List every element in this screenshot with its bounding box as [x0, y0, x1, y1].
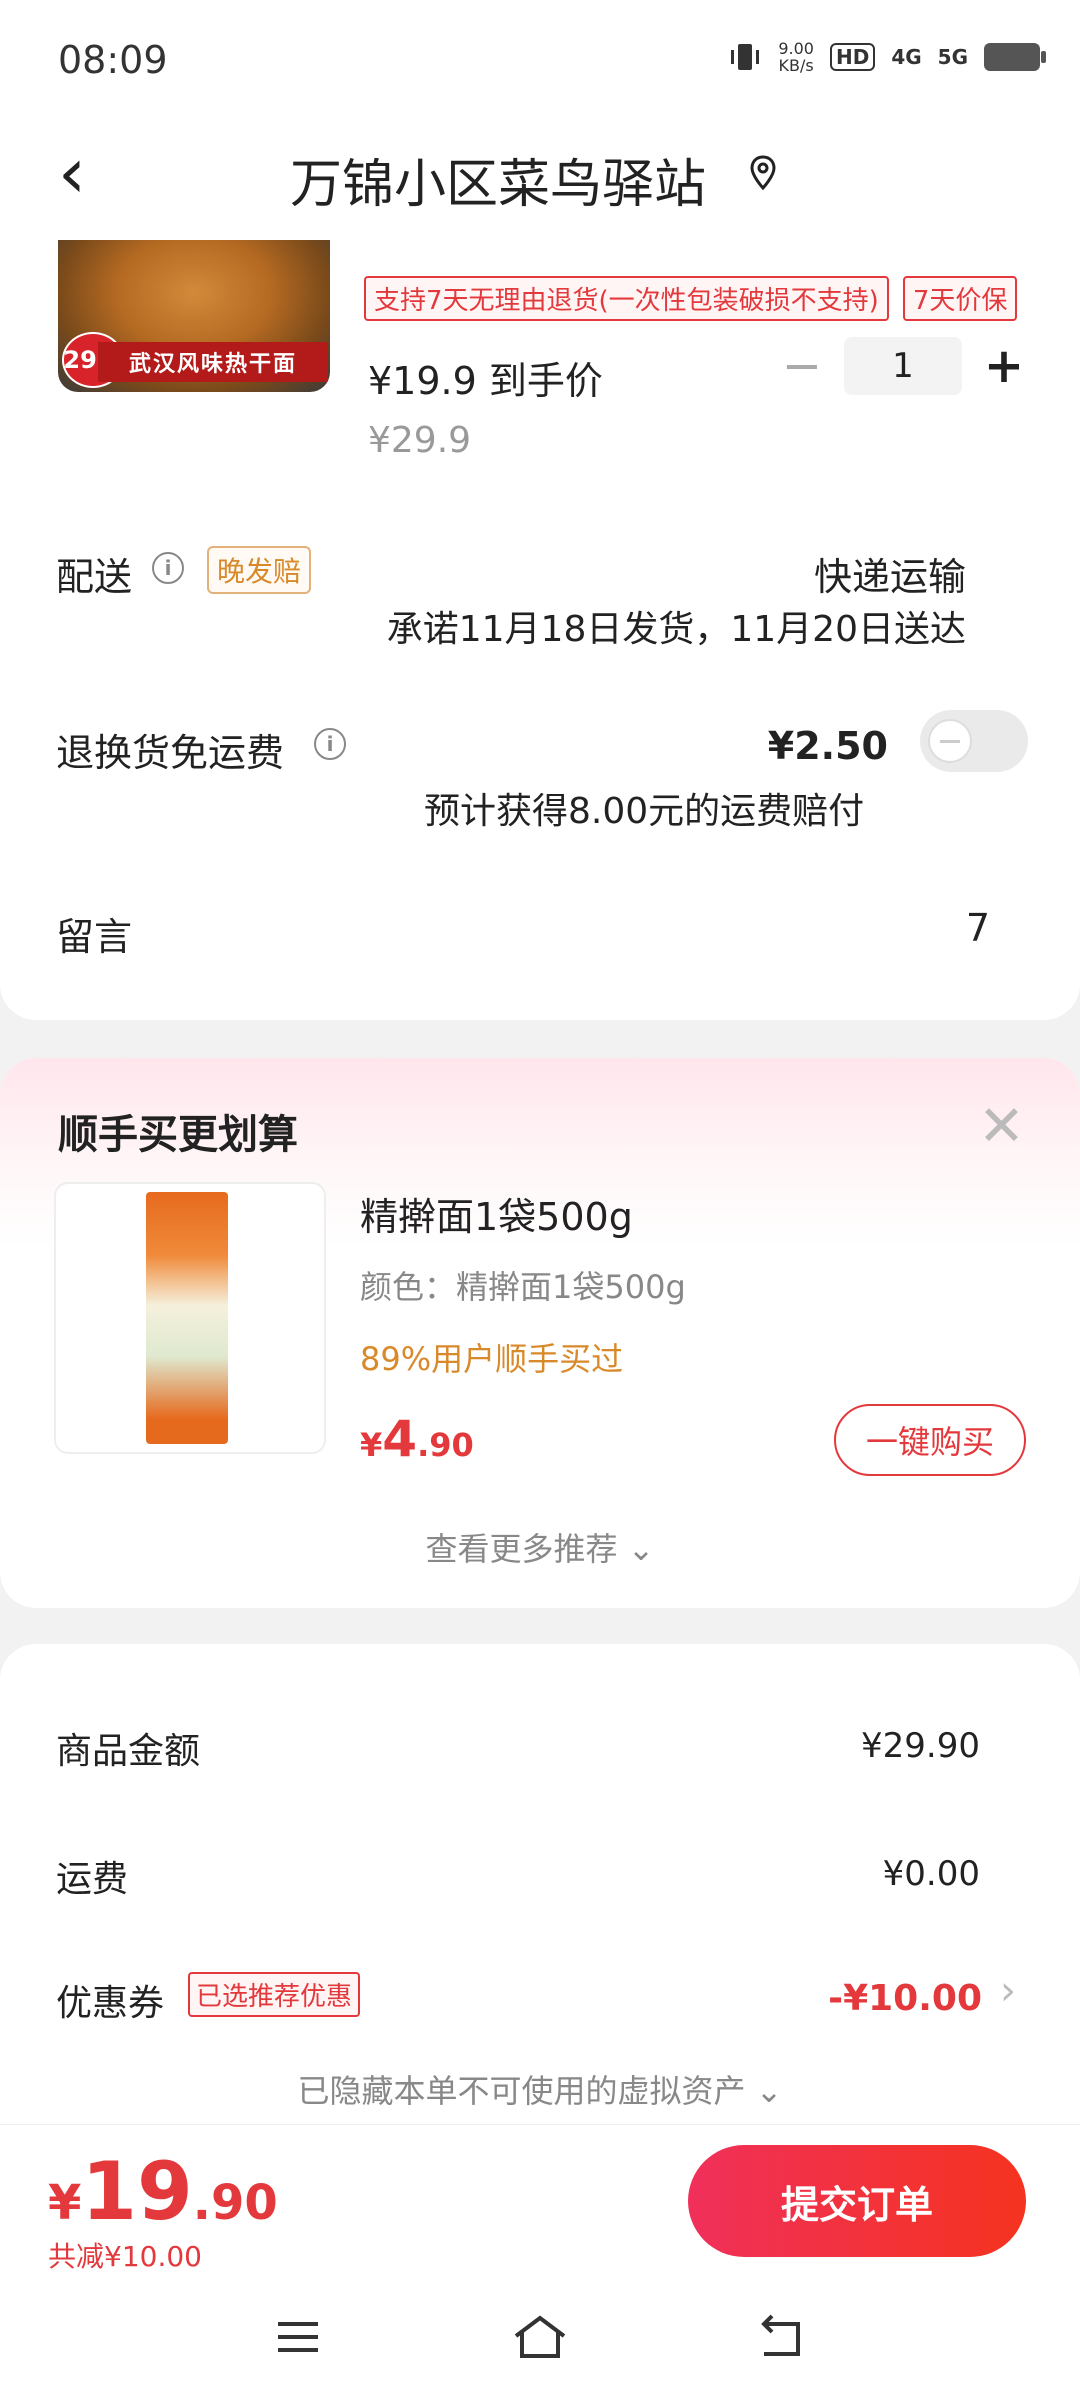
coupon-badge: 已选推荐优惠: [188, 1972, 361, 2017]
delivery-promise: 承诺11月18日发货，11月20日送达: [386, 609, 966, 650]
recommend-card: 顺手买更划算 ✕ 精擀面1袋500g 颜色：精擀面1袋500g 89%用户顺手买…: [0, 1058, 1080, 1608]
message-count[interactable]: 7: [966, 906, 990, 950]
chevron-right-icon[interactable]: ›: [1000, 1968, 1016, 2014]
coupon-value[interactable]: -¥10.00: [828, 1978, 982, 2019]
price-summary-card: 商品金额 ¥29.90 运费 ¥0.00 优惠券 已选推荐优惠 -¥10.00 …: [0, 1644, 1080, 2124]
top-header: ‹ 万锦小区菜鸟驿站: [0, 120, 1080, 240]
coupon-label[interactable]: 优惠券: [56, 1974, 164, 2026]
page-title: 万锦小区菜鸟驿站: [290, 155, 707, 215]
home-icon[interactable]: [510, 2312, 570, 2362]
back-icon[interactable]: ‹: [58, 138, 86, 208]
menu-icon[interactable]: [268, 2312, 328, 2362]
toggle-knob: [928, 719, 972, 763]
recommend-title: 顺手买更划算: [58, 1112, 298, 1158]
return-shipping-note: 预计获得8.00元的运费赔付: [424, 791, 865, 832]
quantity-value[interactable]: 1: [844, 337, 962, 395]
deal-price: ¥19.9 到手价: [368, 359, 603, 403]
checkout-bar: ¥19.90 共减¥10.00 提交订单: [0, 2124, 1080, 2284]
goods-amount-label: 商品金额: [56, 1731, 201, 1772]
signal-4g-icon: 4G: [891, 45, 922, 69]
return-shipping-info-icon[interactable]: i: [314, 728, 346, 760]
service-tags: 支持7天无理由退货(一次性包装破损不支持) 7天价保: [364, 276, 1018, 321]
submit-order-button[interactable]: 提交订单: [688, 2145, 1026, 2257]
product-image[interactable]: 29.9 武汉风味热干面: [58, 240, 330, 392]
quantity-stepper: − 1 +: [782, 336, 1024, 396]
decrease-button[interactable]: −: [782, 336, 822, 396]
battery-icon: [984, 43, 1046, 71]
delivery-method: 快递运输: [813, 555, 966, 599]
delivery-label: 配送: [56, 555, 133, 599]
total-price: ¥19.90: [48, 2145, 278, 2238]
shipping-fee-label: 运费: [56, 1859, 129, 1900]
recommend-purchase-rate: 89%用户顺手买过: [360, 1340, 624, 1378]
return-shipping-price: ¥2.50: [767, 724, 888, 768]
recommend-price: ¥4.90: [360, 1410, 474, 1468]
status-bar: 08:09 9.00 KB/s HD 4G 5G: [0, 0, 1080, 120]
order-item-card: 29.9 武汉风味热干面 支持7天无理由退货(一次性包装破损不支持) 7天价保 …: [0, 240, 1080, 1020]
one-click-buy-button[interactable]: 一键购买: [834, 1404, 1026, 1476]
noodle-pack-image: [146, 1192, 228, 1444]
recommend-product-color: 颜色：精擀面1袋500g: [360, 1268, 686, 1306]
hd-icon: HD: [829, 43, 876, 71]
system-nav-bar: [0, 2284, 1080, 2400]
network-speed: 9.00 KB/s: [778, 39, 814, 75]
hidden-assets-link[interactable]: 已隐藏本单不可使用的虚拟资产 ⌄: [0, 2066, 1080, 2112]
recommend-product-image[interactable]: [54, 1182, 326, 1454]
late-compensation-badge: 晚发赔: [207, 546, 312, 594]
total-saved: 共减¥10.00: [48, 2240, 202, 2273]
location-pin-icon[interactable]: [748, 154, 778, 194]
message-label[interactable]: 留言: [56, 906, 132, 961]
signal-5g-icon: 5G: [937, 45, 968, 69]
return-shipping-label: 退换货免运费: [56, 731, 285, 775]
recommend-product-name[interactable]: 精擀面1袋500g: [360, 1186, 633, 1241]
close-icon[interactable]: ✕: [978, 1094, 1025, 1159]
increase-button[interactable]: +: [984, 336, 1024, 396]
more-recommend-link[interactable]: 查看更多推荐 ⌄: [0, 1524, 1080, 1570]
image-banner: 武汉风味热干面: [98, 342, 328, 382]
delivery-info-icon[interactable]: i: [152, 552, 184, 584]
goods-amount-value: ¥29.90: [861, 1726, 980, 1766]
return-shipping-toggle[interactable]: [920, 710, 1028, 772]
original-price: ¥29.9: [368, 420, 472, 461]
return-policy-tag: 支持7天无理由退货(一次性包装破损不支持): [364, 276, 889, 321]
vibrate-icon: [731, 44, 760, 70]
price-protect-tag: 7天价保: [902, 276, 1018, 321]
status-time: 08:09: [58, 38, 168, 82]
back-nav-icon[interactable]: [752, 2312, 812, 2362]
shipping-fee-value: ¥0.00: [882, 1854, 980, 1894]
status-icons: 9.00 KB/s HD 4G 5G: [728, 39, 1046, 75]
